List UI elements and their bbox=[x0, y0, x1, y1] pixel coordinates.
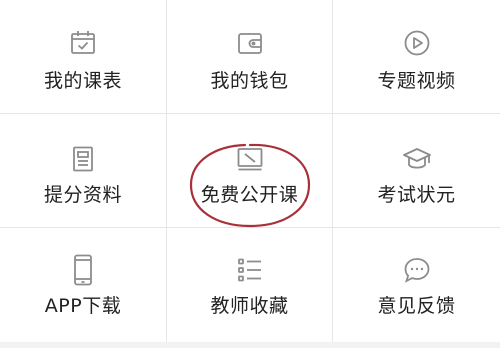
menu-item-label: 提分资料 bbox=[43, 184, 122, 206]
menu-item-label: 专题视频 bbox=[377, 70, 456, 92]
phone-icon bbox=[68, 254, 98, 286]
graduation-cap-icon bbox=[402, 144, 432, 174]
menu-item-my-wallet[interactable]: 我的钱包 bbox=[167, 0, 333, 114]
bottom-separator bbox=[0, 342, 500, 348]
wallet-icon bbox=[235, 28, 265, 58]
menu-grid: 我的课表 我的钱包 专题视频 提分资料 免费公开课 考试状元 APP下载 教师收… bbox=[0, 0, 500, 342]
play-icon bbox=[402, 28, 432, 58]
menu-item-label: 考试状元 bbox=[377, 184, 456, 206]
menu-item-label: APP下载 bbox=[44, 295, 122, 317]
menu-item-free-open-class[interactable]: 免费公开课 bbox=[167, 114, 333, 228]
menu-item-label: 免费公开课 bbox=[200, 184, 299, 206]
menu-item-feedback[interactable]: 意见反馈 bbox=[333, 228, 500, 342]
calendar-icon bbox=[68, 28, 98, 58]
menu-item-topic-videos[interactable]: 专题视频 bbox=[333, 0, 500, 114]
list-icon bbox=[235, 255, 265, 285]
whiteboard-icon bbox=[235, 144, 265, 174]
menu-item-app-download[interactable]: APP下载 bbox=[0, 228, 167, 342]
menu-item-exam-champion[interactable]: 考试状元 bbox=[333, 114, 500, 228]
menu-item-label: 我的课表 bbox=[43, 70, 122, 92]
menu-item-study-materials[interactable]: 提分资料 bbox=[0, 114, 167, 228]
menu-item-teacher-favorites[interactable]: 教师收藏 bbox=[167, 228, 333, 342]
menu-item-my-schedule[interactable]: 我的课表 bbox=[0, 0, 167, 114]
document-icon bbox=[68, 144, 98, 174]
chat-icon bbox=[402, 255, 432, 285]
menu-item-label: 教师收藏 bbox=[210, 295, 289, 317]
menu-item-label: 我的钱包 bbox=[210, 70, 289, 92]
menu-item-label: 意见反馈 bbox=[377, 295, 456, 317]
